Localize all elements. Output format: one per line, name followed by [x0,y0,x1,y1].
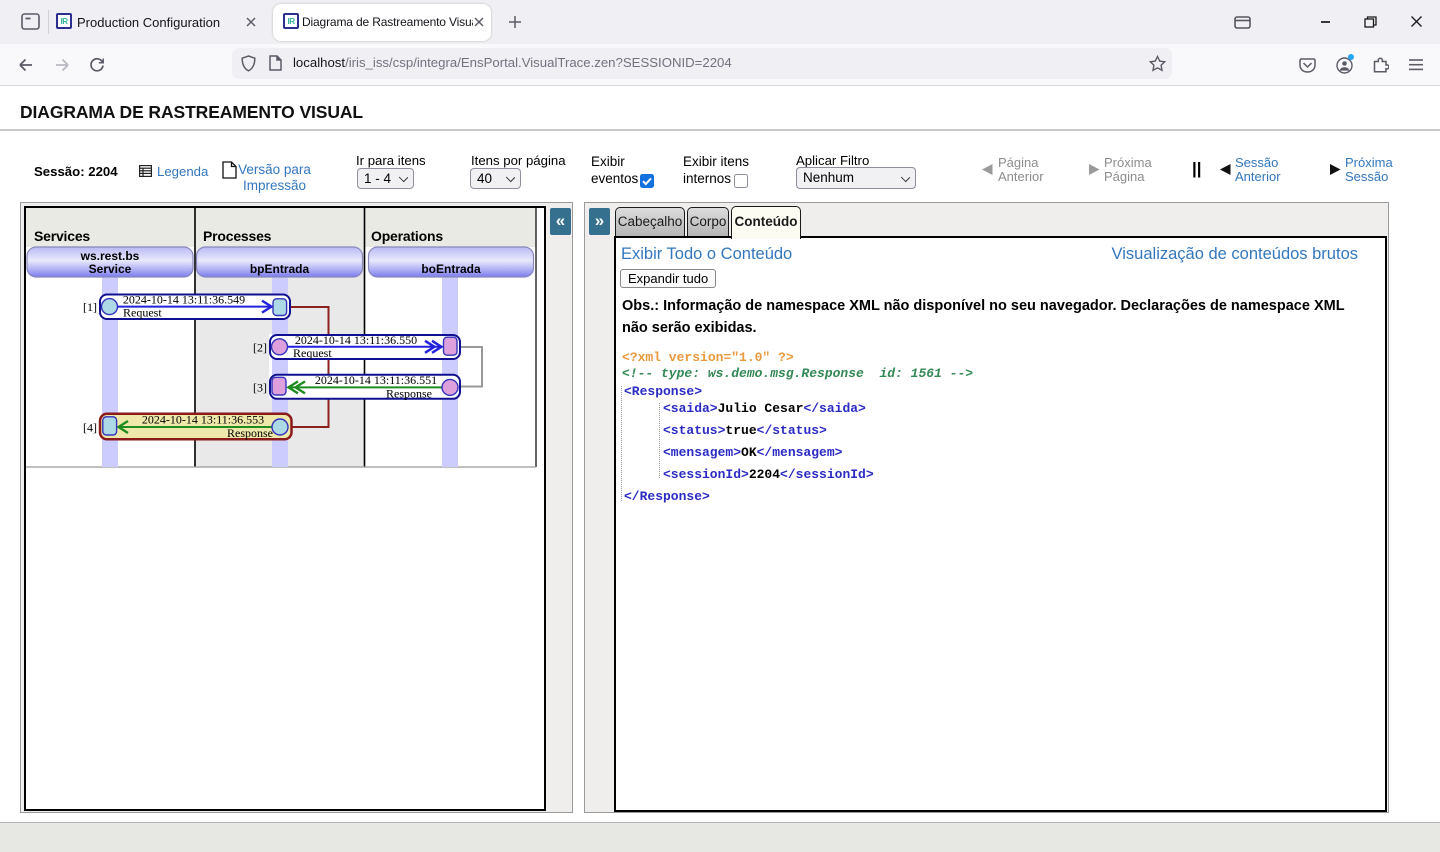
svg-text:Request: Request [293,346,332,360]
svg-text:2024-10-14 13:11:36.551: 2024-10-14 13:11:36.551 [315,373,437,387]
svg-text:[3]: [3] [253,381,267,395]
svg-text:[4]: [4] [83,421,97,435]
svg-text:2024-10-14 13:11:36.549: 2024-10-14 13:11:36.549 [123,293,245,307]
svg-text:[2]: [2] [253,341,267,355]
svg-text:Request: Request [123,306,162,320]
svg-text:Services: Services [34,228,90,244]
svg-text:Service: Service [89,262,132,276]
svg-text:Operations: Operations [371,228,443,244]
svg-text:2024-10-14 13:11:36.550: 2024-10-14 13:11:36.550 [295,333,417,347]
svg-text:Response: Response [227,426,273,440]
svg-text:bpEntrada: bpEntrada [250,262,310,276]
svg-text:Response: Response [386,386,432,400]
svg-text:Processes: Processes [203,228,272,244]
svg-text:boEntrada: boEntrada [421,262,481,276]
svg-text:ws.rest.bs: ws.rest.bs [80,249,140,263]
svg-text:2024-10-14 13:11:36.553: 2024-10-14 13:11:36.553 [142,413,264,427]
svg-text:[1]: [1] [83,300,97,314]
